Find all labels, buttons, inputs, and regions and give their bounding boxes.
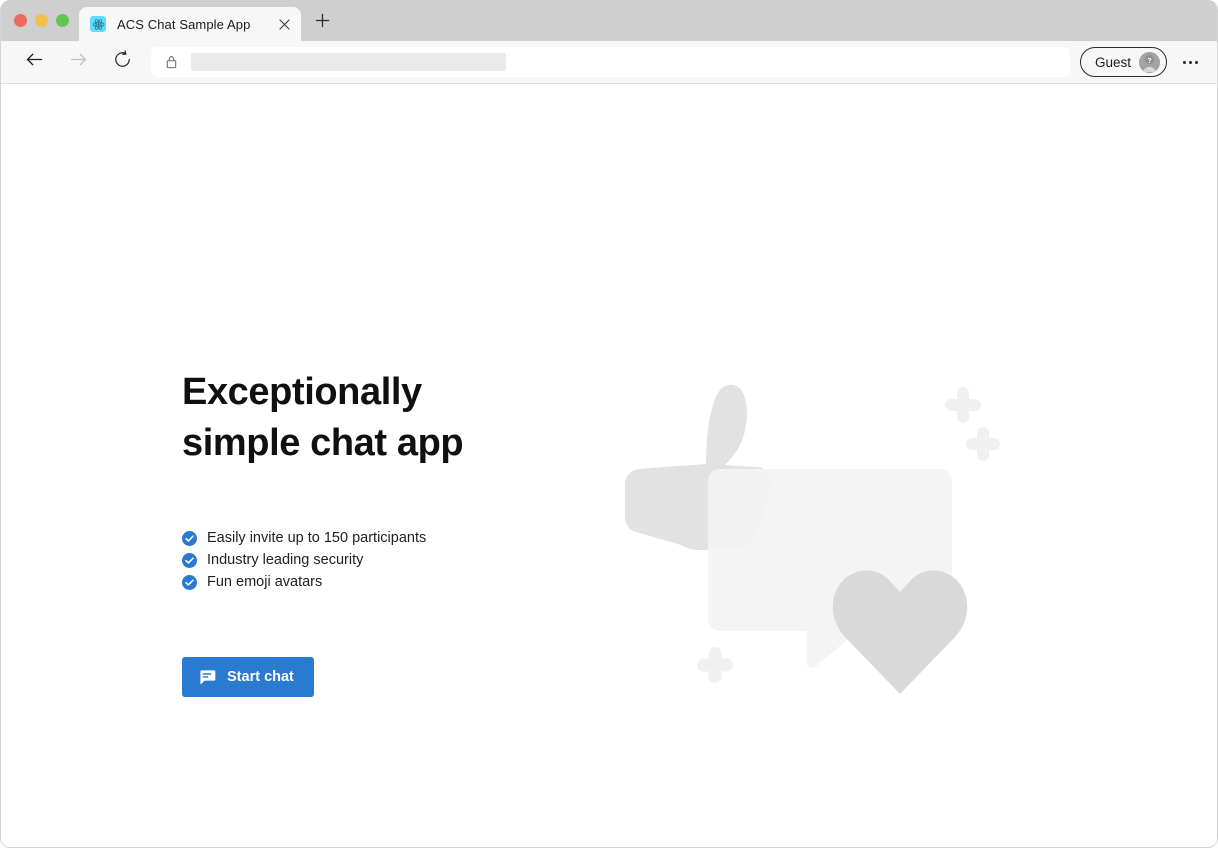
window-controls: [14, 14, 69, 27]
browser-titlebar: ACS Chat Sample App: [1, 0, 1217, 41]
hero-copy: Exceptionally simple chat app Easily inv…: [182, 367, 602, 697]
start-chat-button[interactable]: Start chat: [182, 657, 314, 697]
profile-label: Guest: [1094, 54, 1131, 70]
arrow-right-icon: [68, 49, 89, 75]
page-viewport: Exceptionally simple chat app Easily inv…: [1, 84, 1217, 847]
tab-strip: ACS Chat Sample App: [79, 7, 337, 41]
forward-button: [61, 47, 95, 77]
browser-tab[interactable]: ACS Chat Sample App: [79, 7, 301, 41]
react-logo-icon: [90, 16, 106, 32]
menu-dot: [1182, 60, 1186, 64]
sparkle-plus-shape: [697, 647, 733, 683]
url-text[interactable]: [191, 53, 506, 71]
browser-window: ACS Chat Sample App Guest ? Exceptionall…: [0, 0, 1218, 848]
sparkle-plus-shape: [945, 387, 981, 423]
new-tab-button[interactable]: [307, 8, 337, 38]
lock-icon: [163, 54, 179, 70]
tab-title: ACS Chat Sample App: [117, 16, 251, 32]
reload-button[interactable]: [105, 47, 139, 77]
page-title: Exceptionally simple chat app: [182, 371, 464, 464]
check-circle-icon: [182, 530, 197, 546]
browser-toolbar: Guest ?: [1, 41, 1217, 84]
address-bar[interactable]: [151, 47, 1070, 77]
check-circle-icon: [182, 574, 197, 590]
profile-button[interactable]: Guest ?: [1079, 47, 1167, 77]
svg-text:?: ?: [1147, 57, 1151, 64]
menu-dot: [1194, 60, 1198, 64]
person-question-avatar-icon: ?: [1139, 51, 1160, 73]
chat-hero-illustration: [610, 369, 1030, 709]
close-window-button[interactable]: [14, 14, 27, 27]
reload-icon: [113, 50, 132, 74]
check-circle-icon: [182, 552, 197, 568]
chat-bubble-icon: [199, 669, 216, 686]
back-button[interactable]: [17, 47, 51, 77]
sparkle-plus-shape: [966, 427, 1000, 461]
list-item-label: Fun emoji avatars: [207, 574, 323, 590]
list-item: Industry leading security: [182, 549, 602, 571]
start-chat-label: Start chat: [227, 669, 294, 685]
arrow-left-icon: [24, 49, 45, 75]
menu-dot: [1188, 60, 1192, 64]
close-icon[interactable]: [275, 15, 293, 33]
feature-list: Easily invite up to 150 participants Ind…: [182, 527, 602, 593]
list-item: Easily invite up to 150 participants: [182, 527, 602, 549]
list-item-label: Easily invite up to 150 participants: [207, 530, 427, 546]
list-item: Fun emoji avatars: [182, 571, 602, 593]
maximize-window-button[interactable]: [56, 14, 69, 27]
more-horizontal-icon[interactable]: [1173, 47, 1207, 77]
list-item-label: Industry leading security: [207, 552, 364, 568]
minimize-window-button[interactable]: [35, 14, 48, 27]
plus-icon: [315, 13, 330, 33]
